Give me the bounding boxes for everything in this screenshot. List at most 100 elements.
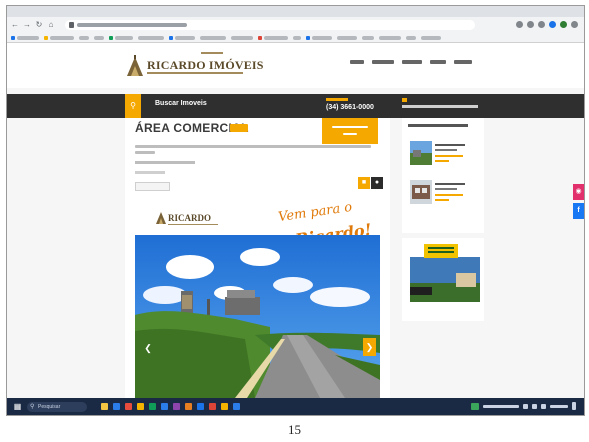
grid-icon: ■	[361, 179, 367, 186]
address-bar[interactable]	[65, 20, 475, 30]
extension-icon[interactable]	[549, 21, 556, 28]
phone-number[interactable]: (34) 3661-0000	[326, 104, 374, 111]
property-price-line	[435, 194, 463, 196]
email-address[interactable]	[402, 105, 478, 108]
bookmark-item[interactable]	[362, 35, 374, 40]
extension-icon[interactable]	[527, 21, 534, 28]
property-price-line	[435, 155, 463, 157]
taskbar-app-icon[interactable]	[185, 403, 192, 410]
show-desktop-button[interactable]	[572, 402, 576, 410]
reload-icon[interactable]: ↻	[35, 21, 43, 29]
bookmark-item[interactable]	[231, 35, 253, 40]
cta-line	[332, 126, 368, 128]
taskbar-app-icon[interactable]	[161, 403, 168, 410]
weather-icon[interactable]	[471, 402, 479, 410]
search-properties-label[interactable]: Buscar Imoveis	[155, 100, 207, 107]
house-key-logo-icon	[156, 212, 166, 224]
bookmark-item[interactable]	[138, 35, 164, 40]
widget-title	[408, 124, 468, 127]
taskbar-app-icon[interactable]	[173, 403, 180, 410]
bookmark-item[interactable]	[17, 35, 39, 40]
back-arrow-icon[interactable]: ←	[11, 21, 19, 29]
bookmark-favicon	[169, 35, 173, 40]
tray-icon[interactable]	[523, 403, 528, 409]
weather-text[interactable]	[483, 404, 519, 408]
site-logo[interactable]: RICARDO IMÓVEIS	[125, 52, 263, 80]
bookmark-item[interactable]	[79, 35, 89, 40]
search-icon: ⚲	[130, 101, 136, 110]
extension-icon[interactable]	[538, 21, 545, 28]
bookmark-item[interactable]	[406, 35, 416, 40]
banner-image	[410, 257, 480, 302]
tray-icon[interactable]	[532, 403, 537, 409]
taskbar-app-icon[interactable]	[137, 403, 144, 410]
sidebar	[402, 118, 484, 398]
bookmark-item[interactable]	[94, 35, 104, 40]
description-line	[135, 151, 155, 154]
banner-badge	[424, 244, 458, 258]
site-header: RICARDO IMÓVEIS	[7, 43, 584, 88]
website-viewport: RICARDO IMÓVEIS ⚲ Buscar Imoveis (34) 36…	[7, 43, 584, 398]
menu-dots-icon[interactable]	[571, 21, 578, 28]
chevron-left-icon[interactable]: ❮	[143, 343, 153, 353]
taskbar-app-icon[interactable]	[233, 403, 240, 410]
home-icon[interactable]: ⌂	[47, 21, 55, 29]
bookmark-item[interactable]	[337, 35, 357, 40]
floating-social-bar: ◉ f	[573, 184, 584, 222]
bookmark-item[interactable]	[200, 35, 226, 40]
instagram-button[interactable]: ◉	[573, 184, 584, 200]
logo-underline	[147, 72, 243, 74]
featured-property-item[interactable]	[410, 141, 480, 169]
sidebar-banner[interactable]	[402, 238, 484, 321]
facebook-icon: f	[577, 207, 580, 214]
tray-icon[interactable]	[541, 403, 546, 409]
property-image-slider: RICARDO Vem para o Ricardo! ❮ ❯	[135, 195, 380, 398]
nav-item-dropdown[interactable]	[402, 60, 422, 64]
taskbar-search-label: Pesquisar	[38, 403, 61, 410]
bookmark-item[interactable]	[379, 35, 401, 40]
extension-icon[interactable]	[516, 21, 523, 28]
bookmark-favicon	[11, 35, 15, 40]
windows-start-icon[interactable]: ▦	[13, 402, 22, 411]
grid-view-button[interactable]: ■	[358, 177, 370, 189]
search-icon: ⚲	[30, 403, 35, 410]
taskbar-app-icon[interactable]	[113, 403, 120, 410]
facebook-button[interactable]: f	[573, 203, 584, 219]
forward-arrow-icon[interactable]: →	[23, 21, 31, 29]
listing-location	[135, 161, 195, 164]
description-line	[135, 145, 371, 148]
taskbar-app-icon[interactable]	[149, 403, 156, 410]
bookmark-item[interactable]	[264, 35, 288, 40]
bookmark-favicon	[258, 35, 262, 40]
profile-avatar[interactable]	[560, 21, 567, 28]
bookmark-item[interactable]	[50, 35, 74, 40]
taskbar-app-icon[interactable]	[209, 403, 216, 410]
nav-item[interactable]	[430, 60, 446, 64]
house-key-logo-icon	[127, 55, 143, 76]
property-photo[interactable]	[135, 235, 380, 398]
bookmark-item[interactable]	[293, 35, 301, 40]
search-toggle-button[interactable]: ⚲	[125, 94, 141, 118]
taskbar-app-icon[interactable]	[197, 403, 204, 410]
nav-item[interactable]	[372, 60, 394, 64]
featured-property-item[interactable]	[410, 180, 480, 208]
taskbar-app-icon[interactable]	[125, 403, 132, 410]
promo-logo-text: RICARDO	[168, 213, 212, 223]
taskbar-app-icon[interactable]	[221, 403, 228, 410]
bookmark-item[interactable]	[421, 35, 441, 40]
clock[interactable]	[550, 404, 568, 408]
next-photo-button[interactable]: ❯	[363, 338, 376, 356]
contact-cta-button[interactable]	[322, 118, 378, 144]
nav-item[interactable]	[454, 60, 472, 64]
phone-caption	[326, 98, 348, 101]
bookmark-item[interactable]	[175, 35, 195, 40]
taskbar-search-box[interactable]: ⚲ Pesquisar	[27, 401, 87, 412]
browser-tab-strip	[7, 6, 584, 17]
nav-item[interactable]	[350, 60, 364, 64]
logo-text: RICARDO IMÓVEIS	[147, 58, 264, 72]
share-button[interactable]: ●	[371, 177, 383, 189]
bookmark-item[interactable]	[312, 35, 332, 40]
bookmark-item[interactable]	[115, 35, 133, 40]
taskbar-app-icon[interactable]	[101, 403, 108, 410]
property-thumbnail	[410, 180, 432, 204]
